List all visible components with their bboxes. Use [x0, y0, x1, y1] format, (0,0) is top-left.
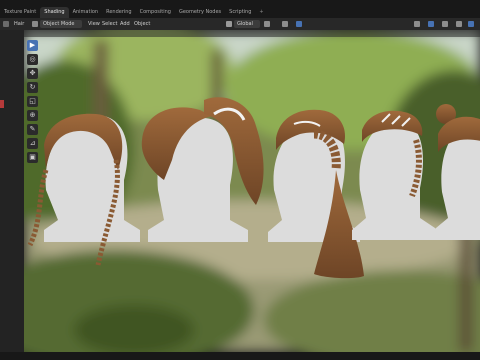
add-workspace-button[interactable]: + [255, 7, 267, 18]
tab-shading[interactable]: Shading [40, 7, 69, 18]
selection-marker [0, 100, 4, 108]
measure-icon: ⊿ [29, 139, 36, 147]
workspace-tab-bar: Texture Paint Shading Animation Renderin… [0, 0, 480, 18]
cursor-icon: ◎ [29, 55, 36, 63]
xray-icon[interactable] [456, 21, 462, 27]
menu-add[interactable]: Add [120, 20, 130, 28]
left-side-panel [0, 30, 24, 360]
object-label: Hair [14, 21, 25, 27]
shading-mode-icon[interactable] [468, 21, 474, 27]
move-tool[interactable]: ✥ [27, 68, 38, 79]
scale-tool[interactable]: ◱ [27, 96, 38, 107]
transform-tool[interactable]: ⊕ [27, 110, 38, 121]
tool-shelf: ▶ ◎ ✥ ↻ ◱ ⊕ ✎ ⊿ ▣ [27, 40, 41, 166]
menu-view[interactable]: View [88, 20, 100, 28]
3d-viewport[interactable]: ▶ ◎ ✥ ↻ ◱ ⊕ ✎ ⊿ ▣ [24, 30, 480, 352]
orientation-label: Global [237, 21, 253, 27]
cursor-tool[interactable]: ◎ [27, 54, 38, 65]
editor-type-icon[interactable] [3, 21, 9, 27]
annotate-tool[interactable]: ✎ [27, 124, 38, 135]
select-box-tool[interactable]: ▶ [27, 40, 38, 51]
measure-tool[interactable]: ⊿ [27, 138, 38, 149]
add-cube-tool[interactable]: ▣ [27, 152, 38, 163]
menu-select[interactable]: Select [102, 20, 117, 28]
mode-label: Object Mode [43, 21, 75, 27]
tab-geometry-nodes[interactable]: Geometry Nodes [175, 7, 225, 18]
proportional-edit-icon[interactable] [296, 21, 302, 27]
tab-texture-paint[interactable]: Texture Paint [0, 7, 40, 18]
tab-animation[interactable]: Animation [69, 7, 103, 18]
mode-dropdown[interactable]: Object Mode [40, 20, 82, 28]
overlay-icon[interactable] [442, 21, 448, 27]
tab-compositing[interactable]: Compositing [136, 7, 175, 18]
orientation-icon [226, 21, 232, 27]
status-bar [0, 352, 480, 360]
tab-rendering[interactable]: Rendering [102, 7, 136, 18]
select-box-icon: ▶ [29, 41, 36, 49]
mode-icon [32, 21, 38, 27]
gizmo-icon[interactable] [428, 21, 434, 27]
move-icon: ✥ [29, 69, 36, 77]
scale-icon: ◱ [29, 97, 36, 105]
rotate-icon: ↻ [29, 83, 36, 91]
rotate-tool[interactable]: ↻ [27, 82, 38, 93]
menu-object[interactable]: Object [134, 20, 150, 28]
snap-icon[interactable] [282, 21, 288, 27]
orientation-dropdown[interactable]: Global [234, 20, 260, 28]
pivot-icon[interactable] [264, 21, 270, 27]
annotate-icon: ✎ [29, 125, 36, 133]
viewport-header: Hair Object Mode View Select Add Object … [0, 18, 480, 30]
viewport-toolbar [24, 30, 480, 37]
tab-scripting[interactable]: Scripting [225, 7, 255, 18]
transform-icon: ⊕ [29, 111, 36, 119]
viewport-render [24, 30, 480, 352]
add-cube-icon: ▣ [29, 153, 36, 161]
visibility-icon[interactable] [414, 21, 420, 27]
